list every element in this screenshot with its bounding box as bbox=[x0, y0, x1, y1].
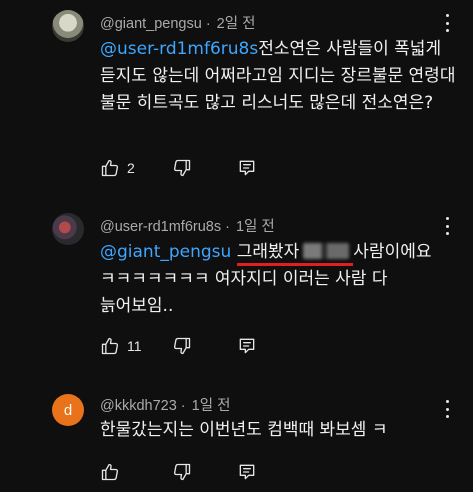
dislike-button[interactable] bbox=[172, 334, 192, 358]
avatar[interactable]: d bbox=[52, 394, 84, 426]
comment-body: 한물갔는지는 이번년도 컴백때 봐보셈 ㅋ bbox=[100, 420, 388, 440]
reply-icon bbox=[239, 464, 255, 480]
reply-button[interactable] bbox=[237, 460, 257, 484]
avatar[interactable] bbox=[52, 213, 84, 245]
thumbs-down-icon bbox=[173, 337, 191, 355]
reply-icon bbox=[239, 160, 255, 176]
like-button[interactable]: 2 bbox=[100, 156, 135, 180]
author-name[interactable]: @user-rd1mf6ru8s bbox=[100, 219, 221, 235]
like-count: 11 bbox=[127, 338, 142, 354]
reply-icon bbox=[239, 338, 255, 354]
more-vert-icon[interactable] bbox=[440, 215, 454, 237]
comment-text: 한물갔는지는 이번년도 컴백때 봐보셈 ㅋ bbox=[100, 417, 460, 444]
like-button[interactable]: 11 bbox=[100, 334, 142, 358]
comment-actions: 11 bbox=[100, 334, 270, 358]
comment-text: @user-rd1mf6ru8s전소연은 사람들이 폭넓게 듣지도 않는데 어쩌… bbox=[100, 36, 460, 117]
author-name[interactable]: @kkkdh723 bbox=[100, 398, 177, 414]
mention-link[interactable]: @giant_pengsu bbox=[100, 242, 231, 262]
comment-text: @giant_pengsu 그래봤자 사람이에요 ㅋㅋㅋㅋㅋㅋㅋ 여자지디 이러는… bbox=[100, 239, 460, 320]
underlined-text: 그래봤자 bbox=[236, 242, 354, 266]
comment-meta: @kkkdh723 · 1일 전 bbox=[100, 398, 231, 414]
mention-link[interactable]: @user-rd1mf6ru8s bbox=[100, 39, 258, 59]
dislike-button[interactable] bbox=[172, 460, 192, 484]
like-count: 2 bbox=[127, 160, 135, 176]
thumbs-down-icon bbox=[173, 463, 191, 481]
comment-actions bbox=[100, 460, 270, 484]
thumbs-up-icon bbox=[101, 463, 119, 481]
redacted-name bbox=[303, 243, 350, 259]
timestamp[interactable]: 1일 전 bbox=[236, 219, 275, 235]
more-vert-icon[interactable] bbox=[440, 12, 454, 34]
underlined-phrase: 그래봤자 bbox=[236, 242, 300, 262]
comment-actions: 2 bbox=[100, 156, 270, 180]
thumbs-down-icon bbox=[173, 159, 191, 177]
avatar-letter: d bbox=[63, 401, 73, 419]
thumbs-up-icon bbox=[101, 337, 119, 355]
reply-button[interactable] bbox=[237, 156, 257, 180]
timestamp[interactable]: 2일 전 bbox=[217, 16, 256, 32]
like-button[interactable] bbox=[100, 460, 127, 484]
avatar[interactable] bbox=[52, 10, 84, 42]
comment-meta: @giant_pengsu · 2일 전 bbox=[100, 16, 256, 32]
reply-button[interactable] bbox=[237, 334, 257, 358]
comment-meta: @user-rd1mf6ru8s · 1일 전 bbox=[100, 219, 275, 235]
thumbs-up-icon bbox=[101, 159, 119, 177]
dislike-button[interactable] bbox=[172, 156, 192, 180]
timestamp[interactable]: 1일 전 bbox=[192, 398, 231, 414]
author-name[interactable]: @giant_pengsu bbox=[100, 16, 202, 32]
